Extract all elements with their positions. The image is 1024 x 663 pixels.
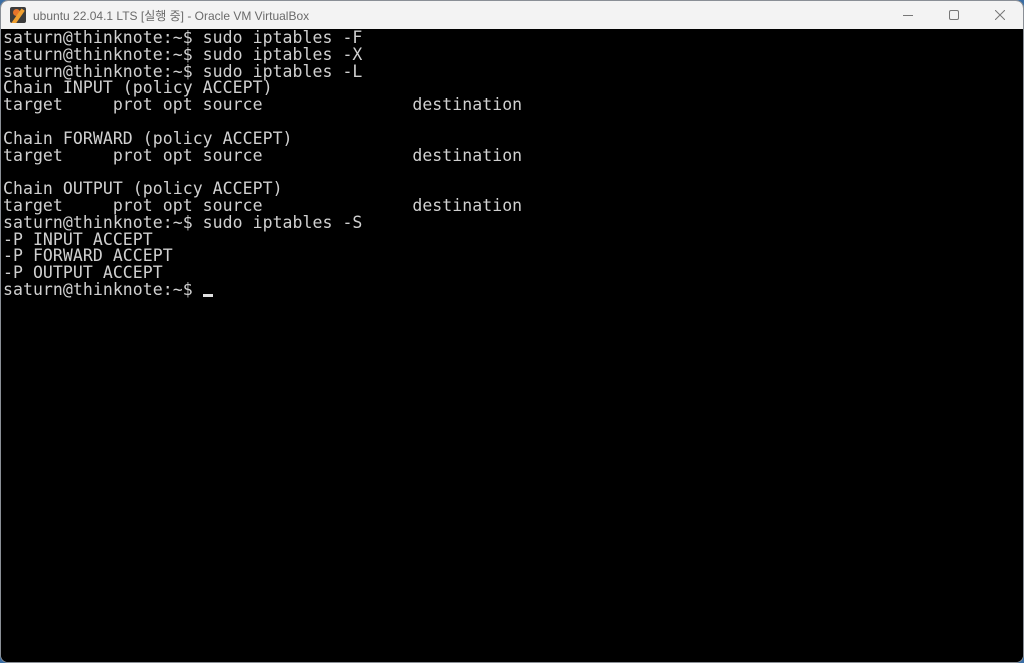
window-title: ubuntu 22.04.1 LTS [실행 중] - Oracle VM Vi… bbox=[33, 8, 310, 23]
terminal-prompt-line[interactable]: saturn@thinknote:~$ bbox=[3, 279, 1023, 299]
title-bar[interactable]: ubuntu 22.04.1 LTS [실행 중] - Oracle VM Vi… bbox=[1, 1, 1023, 29]
text-cursor bbox=[202, 293, 213, 297]
virtualbox-window: ubuntu 22.04.1 LTS [실행 중] - Oracle VM Vi… bbox=[0, 0, 1024, 663]
terminal-output: saturn@thinknote:~$ sudo iptables -F satu… bbox=[3, 29, 1023, 282]
terminal-line: saturn@thinknote:~$ sudo iptables -S bbox=[3, 212, 363, 232]
close-button[interactable] bbox=[977, 1, 1023, 29]
minimize-icon bbox=[903, 15, 913, 16]
terminal-line: target prot opt source destination bbox=[3, 95, 523, 115]
prompt: saturn@thinknote:~$ bbox=[3, 279, 203, 299]
close-icon bbox=[995, 10, 1005, 20]
window-controls bbox=[885, 1, 1023, 29]
virtualbox-icon[interactable] bbox=[10, 7, 26, 23]
terminal-console[interactable]: saturn@thinknote:~$ sudo iptables -F satu… bbox=[1, 29, 1023, 662]
minimize-button[interactable] bbox=[885, 1, 931, 29]
maximize-icon bbox=[949, 10, 959, 20]
terminal-line: target prot opt source destination bbox=[3, 145, 523, 165]
maximize-button[interactable] bbox=[931, 1, 977, 29]
